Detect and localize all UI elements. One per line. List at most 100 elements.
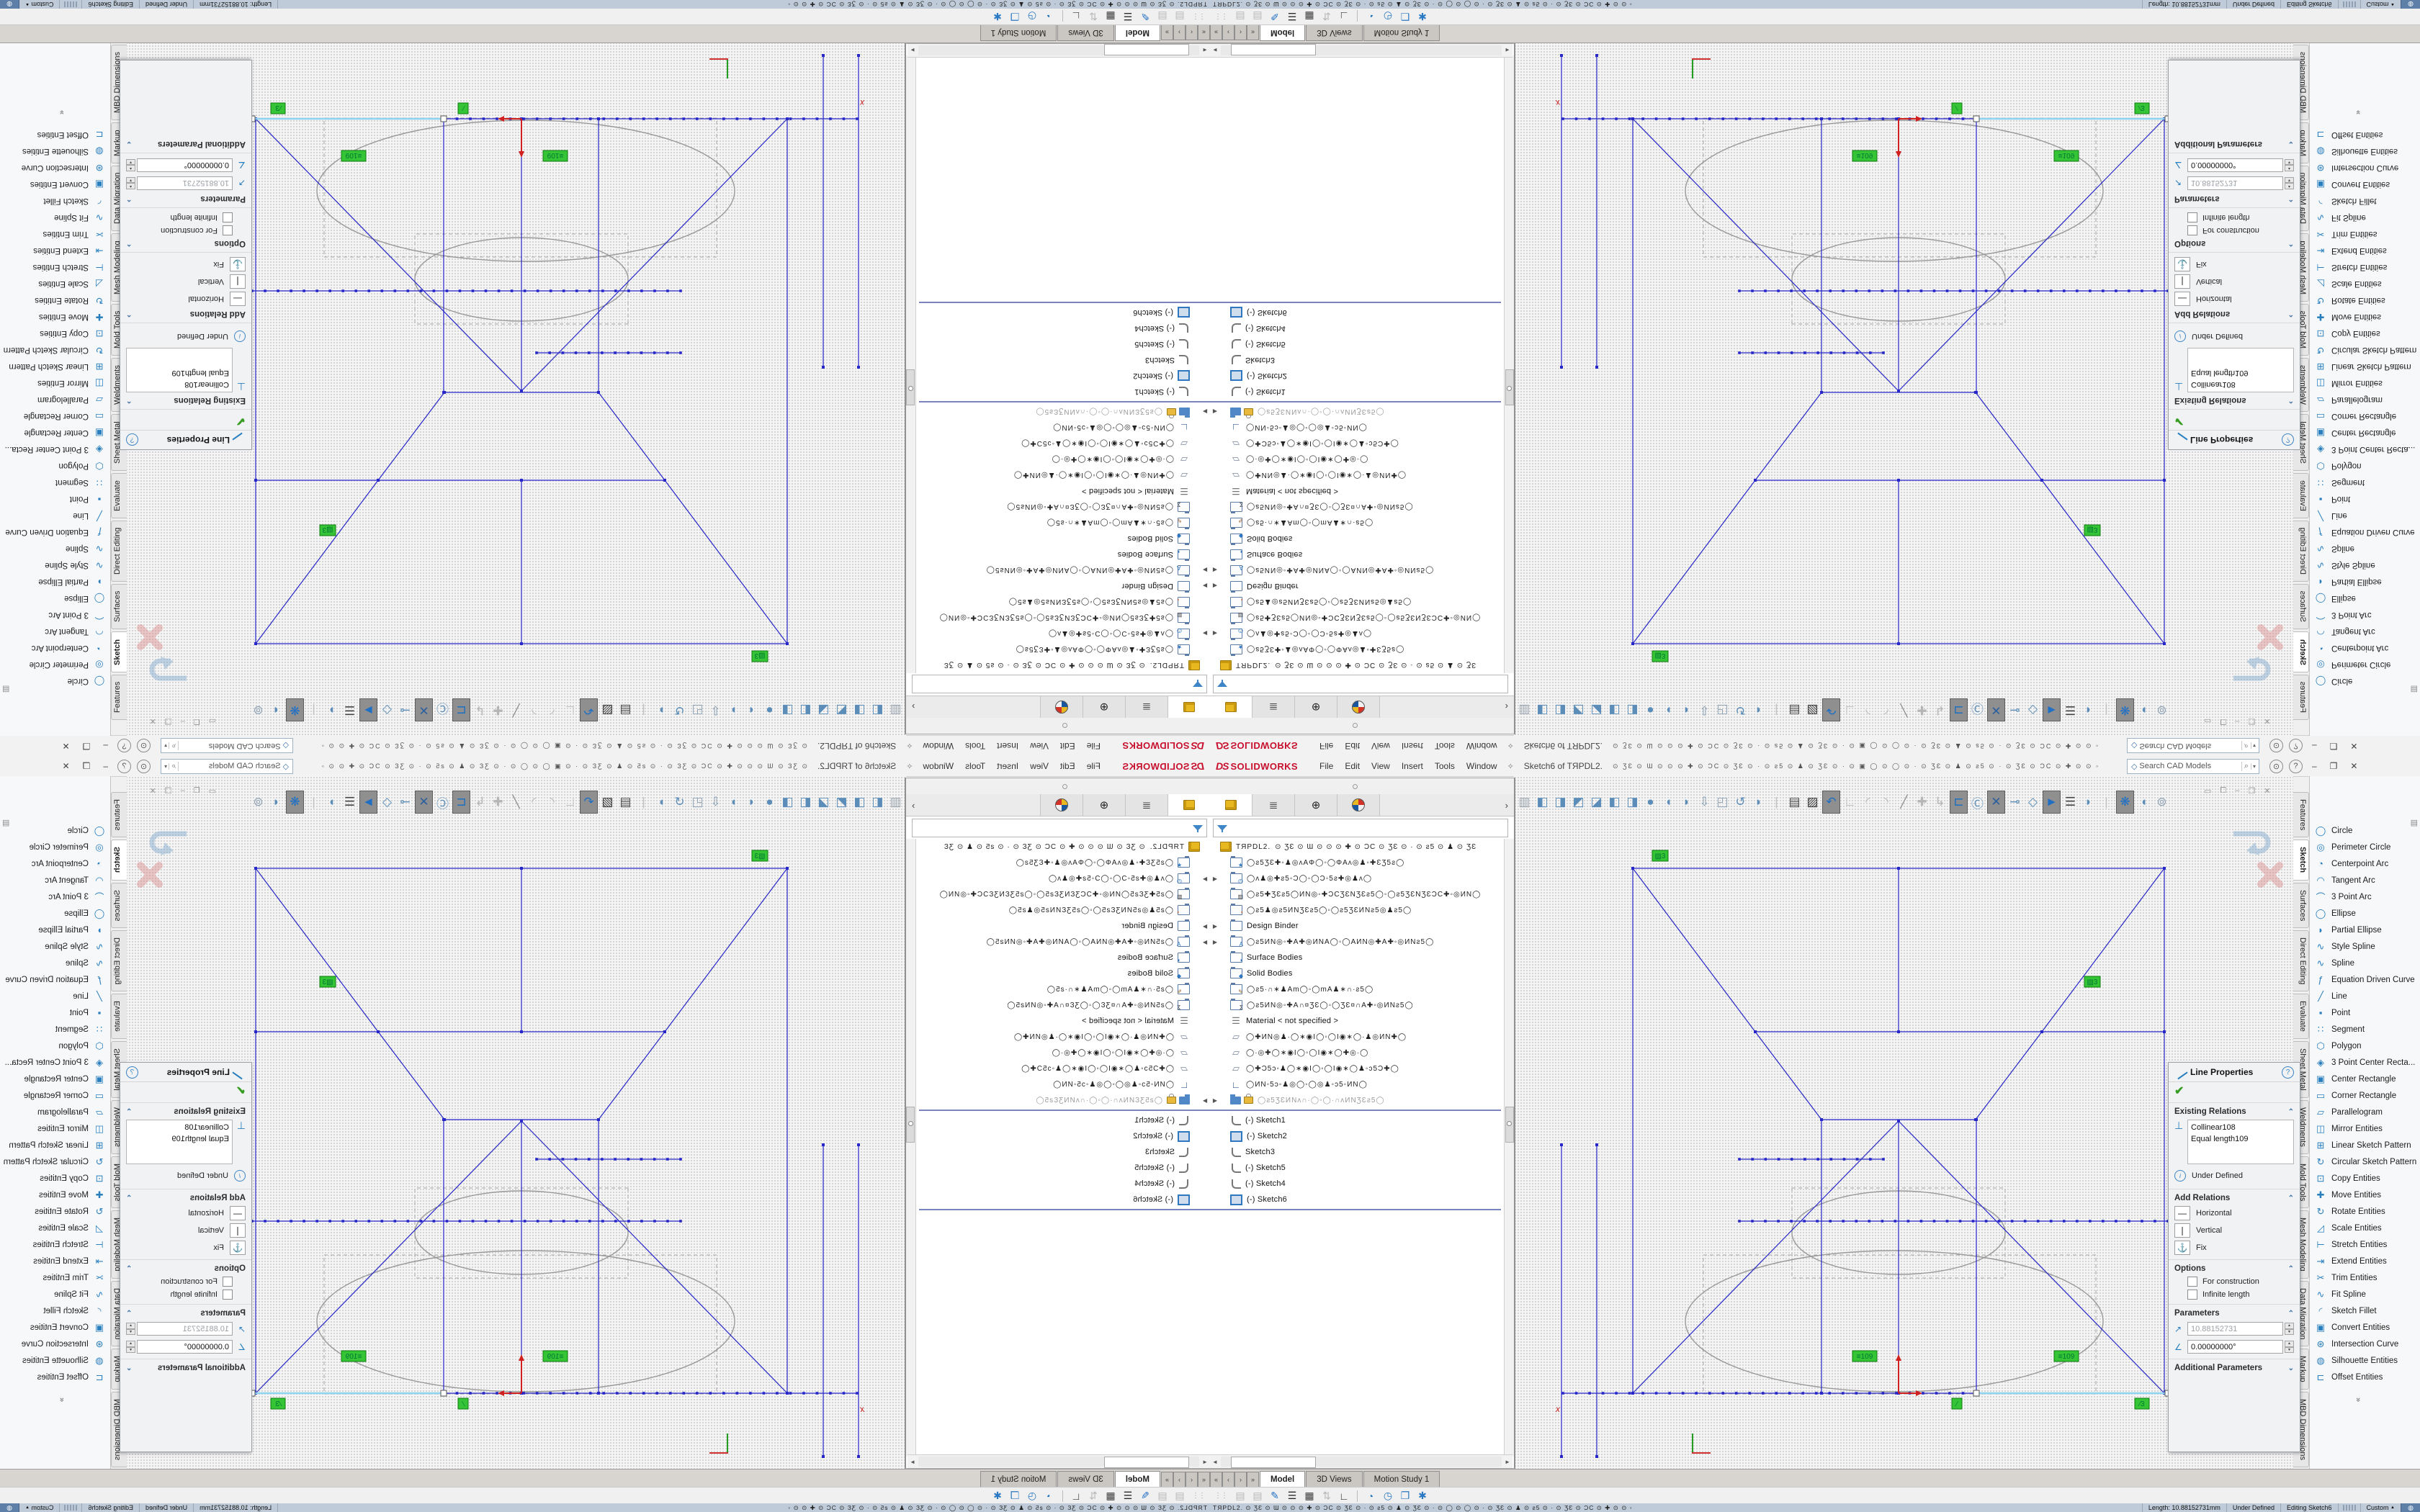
tool-tangent-arc[interactable]: ◠Tangent Arc [1, 872, 106, 888]
checkbox[interactable] [2187, 225, 2197, 235]
tool-point[interactable]: ▪Point [2314, 1004, 2419, 1021]
panel-expand-chevron[interactable]: » [58, 1398, 66, 1402]
tool-move-entities[interactable]: ✚Move Entities [2314, 309, 2419, 325]
globe-icon[interactable]: ◍ [0, 0, 19, 9]
add-relation-fix[interactable]: ⚓Fix [120, 256, 251, 273]
tool-3-point-arc[interactable]: ⌒3 Point Arc [2314, 607, 2419, 624]
help-icon[interactable]: ? [117, 760, 131, 773]
angle-spinner[interactable]: ▲▼ [126, 159, 135, 171]
tool-segment[interactable]: ∷Segment [1, 1021, 106, 1038]
expand-arrow-icon[interactable]: ▶ [1210, 1097, 1220, 1104]
option-infinite-length[interactable]: Infinite length [2169, 1288, 2300, 1301]
tree-row[interactable]: ▶◴◯ʌ♟◎✚ƨ5◦Ɔ◯◦◯Ɔ◦5ƨ✚◎♟ʌ◯ [1210, 626, 1501, 642]
tab-scroll-button[interactable]: › [1173, 1472, 1186, 1488]
search-input[interactable]: Search CAD Models [2139, 742, 2241, 750]
tree-row[interactable]: ▱◯✚ИN◎♟·◯∗◉I◯◦◯I◉∗◯·♟◎ИN✚◯ [919, 467, 1210, 483]
menu-view[interactable]: View [1366, 739, 1396, 752]
tree-row[interactable]: ▶Design Binder [1210, 578, 1501, 594]
bottom-toolbar-icon[interactable]: ✎ [1137, 10, 1154, 22]
tool-partial-ellipse[interactable]: ◗Partial Ellipse [1, 574, 106, 590]
tree-row[interactable]: ▶◯ƨ5ƷƐИNʌ∩·◯◦◯·∩ʌИNƷƐƨ5◯ [1210, 1092, 1501, 1108]
tool-intersection-curve[interactable]: ⊛Intersection Curve [2314, 1336, 2419, 1352]
featuremanager-tab-target[interactable]: ⊕ [1295, 794, 1337, 816]
featuremanager-tab-part[interactable] [1168, 696, 1210, 718]
menu-window[interactable]: Window [917, 739, 959, 752]
search-box[interactable]: ◇ Search CAD Models ⌕ ▾ [161, 759, 293, 774]
length-spinner[interactable]: ▲▼ [126, 177, 135, 189]
help-icon[interactable]: ? [2289, 760, 2303, 773]
expand-arrow-icon[interactable]: ▶ [1200, 567, 1210, 574]
tab-scroll-button[interactable]: « [1198, 24, 1210, 40]
tool-style-spline[interactable]: ∿Style Spline [2314, 557, 2419, 574]
tab-scroll-button[interactable]: « [1198, 1472, 1210, 1488]
tool-sketch-fillet[interactable]: ◜Sketch Fillet [1, 1302, 106, 1319]
tool-rotate-entities[interactable]: ↻Rotate Entities [1, 292, 106, 309]
expand-arrow-icon[interactable]: ▶ [1210, 409, 1220, 415]
tab-scroll-button[interactable]: « [1210, 1472, 1222, 1488]
tree-row[interactable]: ◆Solid Bodies [1210, 531, 1501, 546]
tree-row[interactable]: Σ◯ƨ5ИN◎◦✚A∩¤ƷƐ◯◦◯ƷƐ¤∩A✚◦◎ИNƨ5◯ [919, 997, 1210, 1013]
expand-arrow-icon[interactable]: ▶ [1210, 939, 1220, 945]
bottom-toolbar-icon[interactable]: ▦ [1301, 1490, 1318, 1502]
bottom-toolbar-icon[interactable]: ☰ [1283, 1490, 1301, 1502]
close-button[interactable]: ✕ [2344, 761, 2364, 771]
relation-button-icon[interactable]: ❘ [230, 1223, 246, 1238]
tool-sketch-fillet[interactable]: ◜Sketch Fillet [2314, 1302, 2419, 1319]
length-input[interactable]: 10.88152731 [2187, 176, 2283, 190]
bottom-toolbar-icon[interactable]: ☰ [1119, 1490, 1137, 1502]
tab-overflow-arrow[interactable]: › [1505, 794, 1514, 816]
bottom-toolbar-icon[interactable]: ▦ [1301, 10, 1318, 22]
tree-row[interactable]: ▶◴◯ʌ♟◎✚ƨ5◦Ɔ◯◦◯Ɔ◦5ƨ✚◎♟ʌ◯ [919, 870, 1210, 886]
relation-item[interactable]: Collinear108 [130, 1122, 229, 1133]
tree-row[interactable]: TЯPDL2.⊙ ƷƐ ⊙ Ɯ ⊙ ⊙ ⊙ ✚ ⊙ ƆC ⊙ ƷƐ ⊙ · ⊙ … [1210, 839, 1501, 855]
tree-row[interactable]: (-) Sketch1 [919, 1112, 1210, 1128]
tree-vertical-scrollbar[interactable] [906, 839, 916, 1457]
relation-button-icon[interactable]: ⚓ [230, 257, 246, 271]
bottom-toolbar-icon[interactable]: ✱ [989, 1490, 1006, 1502]
tree-row[interactable]: ▥◯ƨ5✚ƷƐƨ5◯ИN◎◦✚ƆCƷƐNƷƐƨ5◯◦◯ƨ5ƷƐNƷƐƆC✚◦◎И… [1210, 886, 1501, 902]
tool-ellipse[interactable]: ◯Ellipse [1, 590, 106, 607]
checkbox[interactable] [223, 212, 233, 222]
section-add-relations[interactable]: Add Relations ⌃ [120, 307, 251, 323]
tool-centerpoint-arc[interactable]: ◔Centerpoint Arc [1, 855, 106, 872]
tree-row[interactable]: ∟◯ИN◦5ɔ◦♟◎◯◦◯◎♟◦ɔ5◦ИN◯ [1210, 1076, 1501, 1092]
status-units-selector[interactable]: Custom ▲ [19, 1503, 60, 1512]
tool-line[interactable]: ╱Line [2314, 508, 2419, 524]
tool-equation-driven-curve[interactable]: ƒEquation Driven Curve [1, 524, 106, 541]
tool-3-point-center-recta-[interactable]: ◈3 Point Center Recta... [2314, 1054, 2419, 1071]
tree-row[interactable]: ▶A◯ƨ5ИN◎◦✚A✚◎ИNA◯◦◯AИN◎✚A✚◦◎ИNƨ5◯ [919, 934, 1210, 950]
featuremanager-tab-tree[interactable]: ≣ [1125, 696, 1168, 718]
tree-row[interactable]: ▶◯ƨ5ƷƐИNʌ∩·◯◦◯·∩ʌИNƷƐƨ5◯ [919, 404, 1210, 420]
feature-manager-header[interactable] [1210, 778, 1514, 795]
featuremanager-tab-orb[interactable] [1337, 794, 1380, 816]
hscroll-left-arrow[interactable]: ◄ [1210, 48, 1220, 54]
tool-intersection-curve[interactable]: ⊛Intersection Curve [1, 160, 106, 176]
search-box[interactable]: ◇ Search CAD Models ⌕ ▾ [2127, 739, 2259, 754]
tool-partial-ellipse[interactable]: ◗Partial Ellipse [2314, 922, 2419, 938]
vtab-evaluate[interactable]: Evaluate [111, 473, 127, 518]
tool-parallelogram[interactable]: ▱Parallelogram [2314, 1104, 2419, 1120]
bottom-toolbar-icon[interactable]: ⇅ [1085, 1490, 1102, 1502]
tree-row[interactable]: (-) Sketch2 [919, 368, 1210, 384]
tool-style-spline[interactable]: ∿Style Spline [1, 557, 106, 574]
bottom-toolbar-icon[interactable]: ▤ [1171, 1490, 1188, 1502]
tool-copy-entities[interactable]: ⊡Copy Entities [1, 325, 106, 342]
tool-scale-entities[interactable]: ◿Scale Entities [2314, 1220, 2419, 1236]
section-additional-parameters[interactable]: Additional Parameters ⌄ [2169, 1359, 2300, 1374]
close-button[interactable]: ✕ [56, 761, 76, 771]
menu-view[interactable]: View [1024, 739, 1054, 752]
tool-3-point-arc[interactable]: ⌒3 Point Arc [1, 607, 106, 624]
feature-manager-header[interactable] [906, 717, 1210, 734]
checkbox[interactable] [2187, 1277, 2197, 1287]
tree-row[interactable]: ▶Design Binder [919, 578, 1210, 594]
bottom-toolbar-icon[interactable]: ◷ [1023, 10, 1041, 22]
model-tab-3d-views[interactable]: 3D Views [1306, 24, 1362, 41]
tool-extend-entities[interactable]: ⇥Extend Entities [1, 1253, 106, 1269]
tool-copy-entities[interactable]: ⊡Copy Entities [2314, 1170, 2419, 1187]
tool-stretch-entities[interactable]: ⊢Stretch Entities [2314, 259, 2419, 276]
menu-tools[interactable]: Tools [1429, 760, 1461, 773]
expand-arrow-icon[interactable]: ▶ [1200, 923, 1210, 930]
menu-tools[interactable]: Tools [959, 760, 991, 773]
help-icon[interactable]: ? [2282, 1066, 2294, 1079]
tree-row[interactable]: (-) Sketch1 [1210, 1112, 1501, 1128]
